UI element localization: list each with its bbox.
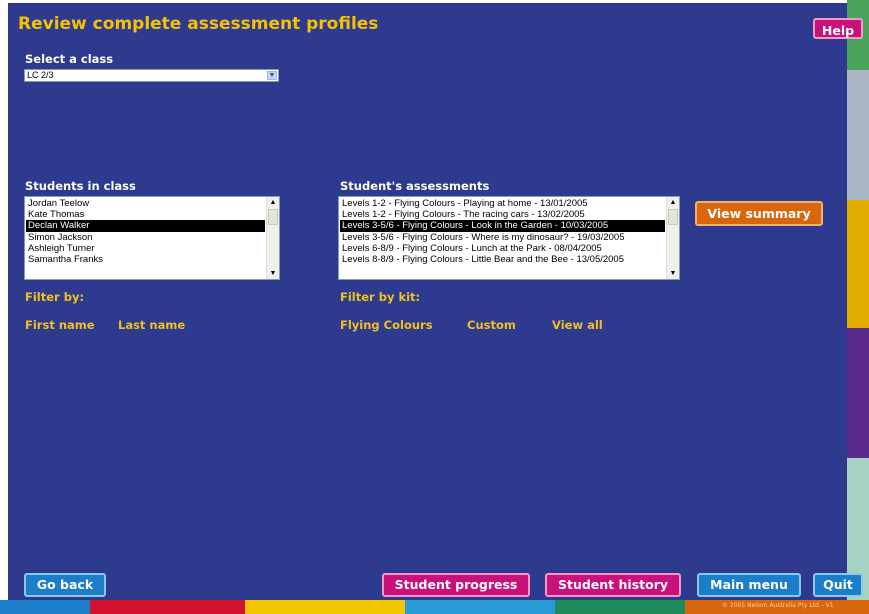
main-panel bbox=[8, 3, 847, 600]
go-back-button[interactable]: Go back bbox=[24, 573, 106, 597]
assessment-list-item[interactable]: Levels 8-8/9 - Flying Colours - Little B… bbox=[340, 254, 665, 265]
assessment-list-item[interactable]: Levels 3-5/6 - Flying Colours - Look in … bbox=[340, 220, 665, 232]
students-scroll-thumb[interactable] bbox=[268, 209, 278, 225]
students-scrollbar[interactable]: ▲ ▼ bbox=[266, 197, 279, 279]
assessments-listbox[interactable]: Levels 1-2 - Flying Colours - Playing at… bbox=[338, 196, 680, 280]
filter-first-name-link[interactable]: First name bbox=[25, 318, 95, 332]
students-listbox[interactable]: Jordan Teelow Kate Thomas Declan Walker Sim… bbox=[24, 196, 280, 280]
assessment-list-item[interactable]: Levels 6-8/9 - Flying Colours - Lunch at… bbox=[340, 243, 665, 254]
assessment-list-item[interactable]: Levels 1-2 - Flying Colours - The racing… bbox=[340, 209, 665, 220]
deco-strip-blue bbox=[0, 600, 90, 614]
deco-stripe-gold bbox=[847, 200, 869, 328]
student-list-item[interactable]: Kate Thomas bbox=[26, 209, 265, 220]
scroll-down-icon[interactable]: ▼ bbox=[267, 268, 279, 279]
chevron-down-icon[interactable]: ▼ bbox=[267, 71, 277, 80]
scroll-up-icon[interactable]: ▲ bbox=[267, 197, 279, 208]
student-list-item[interactable]: Jordan Teelow bbox=[26, 198, 265, 209]
app-window: Review complete assessment profiles Help… bbox=[0, 0, 869, 614]
assessment-list-item[interactable]: Levels 1-2 - Flying Colours - Playing at… bbox=[340, 198, 665, 209]
kit-filter-custom[interactable]: Custom bbox=[467, 318, 516, 332]
student-list-item[interactable]: Declan Walker bbox=[26, 220, 265, 232]
select-class-label: Select a class bbox=[25, 52, 114, 66]
student-progress-button[interactable]: Student progress bbox=[382, 573, 530, 597]
help-button[interactable]: Help bbox=[813, 18, 863, 39]
quit-button[interactable]: Quit bbox=[813, 573, 863, 597]
filter-by-label: Filter by: bbox=[25, 290, 85, 304]
student-list-item[interactable]: Samantha Franks bbox=[26, 254, 265, 265]
kit-filter-view-all[interactable]: View all bbox=[552, 318, 603, 332]
class-select-value: LC 2/3 bbox=[27, 70, 54, 80]
assessment-list-item[interactable]: Levels 3-5/6 - Flying Colours - Where is… bbox=[340, 232, 665, 243]
assessments-scroll-thumb[interactable] bbox=[668, 209, 678, 225]
students-in-class-label: Students in class bbox=[25, 179, 136, 193]
main-menu-button[interactable]: Main menu bbox=[697, 573, 801, 597]
student-list-item[interactable]: Ashleigh Turner bbox=[26, 243, 265, 254]
page-title: Review complete assessment profiles bbox=[18, 14, 379, 34]
view-summary-button[interactable]: View summary bbox=[695, 201, 823, 226]
copyright-text: © 2005 Nelson Australia Pty Ltd – V1 bbox=[722, 602, 834, 609]
kit-filter-flying-colours[interactable]: Flying Colours bbox=[340, 318, 433, 332]
filter-last-name-link[interactable]: Last name bbox=[118, 318, 185, 332]
deco-strip-lightblue bbox=[405, 600, 555, 614]
filter-by-kit-label: Filter by kit: bbox=[340, 290, 421, 304]
student-history-button[interactable]: Student history bbox=[545, 573, 681, 597]
student-list-item[interactable]: Simon Jackson bbox=[26, 232, 265, 243]
assessments-rows: Levels 1-2 - Flying Colours - Playing at… bbox=[340, 198, 665, 265]
deco-stripe-purple bbox=[847, 328, 869, 458]
assessments-scrollbar[interactable]: ▲ ▼ bbox=[666, 197, 679, 279]
deco-strip-green bbox=[555, 600, 685, 614]
deco-strip-red bbox=[90, 600, 245, 614]
class-select[interactable]: LC 2/3 ▼ bbox=[24, 69, 279, 82]
students-rows: Jordan Teelow Kate Thomas Declan Walker Sim… bbox=[26, 198, 265, 265]
students-assessments-label: Student's assessments bbox=[340, 179, 490, 193]
scroll-up-icon[interactable]: ▲ bbox=[667, 197, 679, 208]
deco-stripe-gray bbox=[847, 70, 869, 200]
scroll-down-icon[interactable]: ▼ bbox=[667, 268, 679, 279]
deco-strip-yellow bbox=[245, 600, 405, 614]
